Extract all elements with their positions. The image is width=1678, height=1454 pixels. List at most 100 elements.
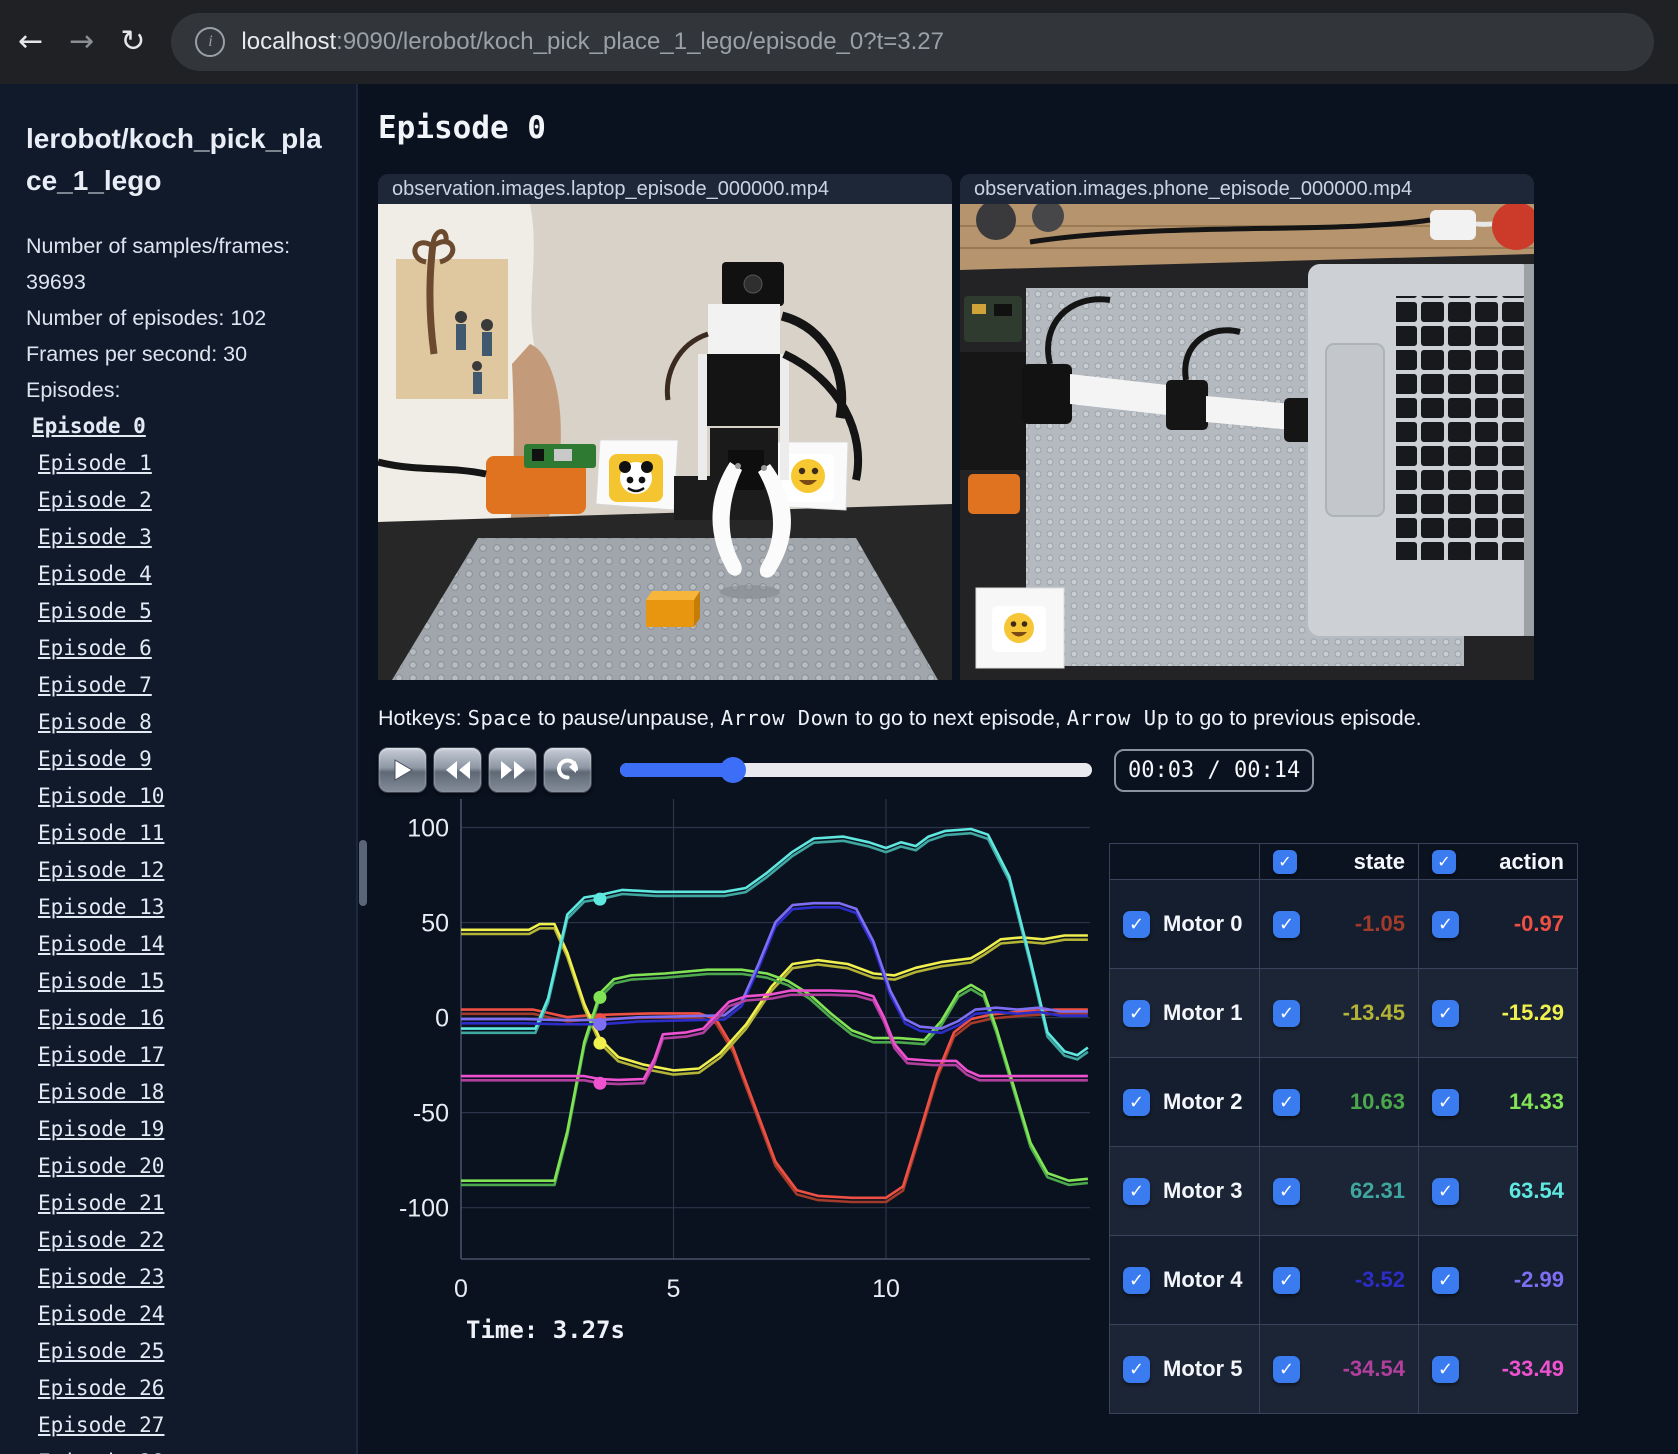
hotkey-key: Space (467, 706, 532, 730)
chart-area: 100 50 0 -50 -100 0 5 10 Time: 3.27s (378, 799, 1105, 1344)
scrollbar-thumb[interactable] (359, 840, 367, 906)
sidebar-episode-link[interactable]: Episode 12 (38, 858, 164, 882)
hotkeys-text: Hotkeys: (378, 706, 468, 730)
sidebar-episode-link[interactable]: Episode 16 (38, 1006, 164, 1030)
hotkey-key: Arrow Down (720, 706, 850, 730)
checkbox[interactable]: ✓ (1432, 999, 1459, 1027)
sidebar-episode-link[interactable]: Episode 26 (38, 1376, 164, 1400)
sidebar-episode-link[interactable]: Episode 21 (38, 1191, 164, 1215)
motor-action-value: -2.99 (1513, 1267, 1564, 1292)
motor-table: ✓ state ✓ action ✓ Motor 0 ✓ -1.05 ✓ -0.97 ✓ Mo… (1109, 843, 1578, 1414)
checkbox[interactable]: ✓ (1123, 910, 1150, 938)
hotkeys-line: Hotkeys: Space to pause/unpause, Arrow D… (378, 706, 1678, 731)
sidebar-episode-link[interactable]: Episode 28 (38, 1450, 164, 1454)
site-info-icon[interactable]: i (195, 27, 226, 57)
sidebar-episode-link[interactable]: Episode 1 (38, 451, 152, 475)
page-title: Episode 0 (378, 110, 546, 146)
checkbox[interactable]: ✓ (1273, 1355, 1300, 1383)
reload-icon[interactable]: ↻ (120, 27, 145, 57)
sidebar-episode-link[interactable]: Episode 9 (38, 747, 152, 771)
time-marker-dot (593, 1017, 607, 1031)
motor-state-value: -13.45 (1342, 1000, 1405, 1025)
sidebar-episode-link[interactable]: Episode 8 (38, 710, 152, 734)
sidebar-episode-link[interactable]: Episode 13 (38, 895, 164, 919)
sidebar-episode-link[interactable]: Episode 2 (38, 488, 152, 512)
sidebar-episode-link[interactable]: Episode 20 (38, 1154, 164, 1178)
checkbox[interactable]: ✓ (1273, 999, 1300, 1027)
forward-icon[interactable]: → (69, 27, 94, 57)
checkbox[interactable]: ✓ (1123, 1266, 1150, 1294)
sidebar-episode-link[interactable]: Episode 4 (38, 562, 152, 586)
url-text: localhost:9090/lerobot/koch_pick_place_1… (241, 28, 944, 56)
checkbox[interactable]: ✓ (1123, 1177, 1150, 1205)
sidebar-episode-link[interactable]: Episode 11 (38, 821, 164, 845)
sidebar-episode-link[interactable]: Episode 27 (38, 1413, 164, 1437)
checkbox[interactable]: ✓ (1273, 1088, 1300, 1116)
checkbox[interactable]: ✓ (1432, 1177, 1459, 1205)
sidebar-episode-link[interactable]: Episode 7 (38, 673, 152, 697)
video-label-phone: observation.images.phone_episode_000000.… (960, 174, 1534, 204)
url-bar[interactable]: i localhost:9090/lerobot/koch_pick_place… (171, 13, 1654, 71)
checkbox[interactable]: ✓ (1273, 1177, 1300, 1205)
laptop-video[interactable] (378, 204, 952, 680)
seek-slider-thumb[interactable] (720, 757, 747, 783)
y-tick-label: -50 (413, 1100, 449, 1128)
motor-action-value: -33.49 (1501, 1356, 1564, 1381)
checkbox[interactable]: ✓ (1432, 1266, 1459, 1294)
state-column-checkbox[interactable]: ✓ (1273, 849, 1297, 874)
checkbox[interactable]: ✓ (1432, 1088, 1459, 1116)
motor-chart[interactable]: 100 50 0 -50 -100 0 5 10 (378, 799, 1105, 1309)
hotkey-key: Arrow Up (1066, 706, 1170, 730)
hotkeys-text: to go to previous episode. (1169, 706, 1422, 730)
sidebar-episode-link[interactable]: Episode 6 (38, 636, 152, 660)
sidebar-episode-link[interactable]: Episode 15 (38, 969, 164, 993)
video-card-phone: observation.images.phone_episode_000000.… (960, 174, 1534, 680)
time-marker-dot (593, 1076, 607, 1090)
play-button[interactable] (378, 747, 427, 793)
laptop (1308, 264, 1534, 636)
sidebar-episode-link[interactable]: Episode 14 (38, 932, 164, 956)
motor-name: Motor 2 (1163, 1089, 1243, 1114)
seek-slider[interactable] (620, 757, 1092, 783)
sidebar-episode-link[interactable]: Episode 24 (38, 1302, 164, 1326)
sidebar-episode-link[interactable]: Episode 19 (38, 1117, 164, 1141)
loop-icon (556, 758, 578, 780)
checkbox[interactable]: ✓ (1432, 910, 1459, 938)
sidebar-episode-link[interactable]: Episode 10 (38, 784, 164, 808)
time-marker-dot (593, 990, 607, 1004)
hotkeys-text: to pause/unpause, (531, 706, 721, 730)
sidebar-episode-link[interactable]: Episode 5 (38, 599, 152, 623)
episodes-count: Number of episodes: 102 (26, 306, 267, 330)
checkbox[interactable]: ✓ (1123, 1355, 1150, 1383)
playback-controls: 00:03 / 00:14 (378, 747, 1678, 793)
action-column-checkbox[interactable]: ✓ (1432, 849, 1456, 874)
rewind-button[interactable] (433, 747, 482, 793)
sidebar-episode-link[interactable]: Episode 22 (38, 1228, 164, 1252)
motor-name: Motor 3 (1163, 1178, 1243, 1203)
checkbox[interactable]: ✓ (1273, 1266, 1300, 1294)
motor-state-value: 62.31 (1349, 1178, 1405, 1203)
sidebar-episode-link[interactable]: Episode 17 (38, 1043, 164, 1067)
loop-button[interactable] (543, 747, 592, 793)
time-marker-dot (593, 892, 607, 906)
sidebar-episode-link[interactable]: Episode 23 (38, 1265, 164, 1289)
table-header-row: ✓ state ✓ action (1109, 843, 1578, 880)
checkbox[interactable]: ✓ (1123, 999, 1150, 1027)
sidebar-episode-link[interactable]: Episode 18 (38, 1080, 164, 1104)
y-tick-label: 100 (407, 815, 449, 843)
series-state-motor-1 (461, 927, 1088, 1076)
checkbox[interactable]: ✓ (1432, 1355, 1459, 1383)
fast-forward-button[interactable] (488, 747, 537, 793)
motor-name: Motor 0 (1163, 911, 1243, 936)
checkbox[interactable]: ✓ (1123, 1088, 1150, 1116)
hotkeys-text: to go to next episode, (849, 706, 1067, 730)
sidebar-episode-link[interactable]: Episode 25 (38, 1339, 164, 1363)
back-icon[interactable]: ← (18, 27, 43, 57)
y-tick-label: 0 (435, 1005, 449, 1033)
checkbox[interactable]: ✓ (1273, 910, 1300, 938)
phone-video[interactable] (960, 204, 1534, 680)
samples-count: Number of samples/frames: 39693 (26, 234, 291, 294)
sidebar-episode-link[interactable]: Episode 0 (32, 414, 146, 438)
sidebar-episode-link[interactable]: Episode 3 (38, 525, 152, 549)
panda-box (595, 439, 679, 511)
